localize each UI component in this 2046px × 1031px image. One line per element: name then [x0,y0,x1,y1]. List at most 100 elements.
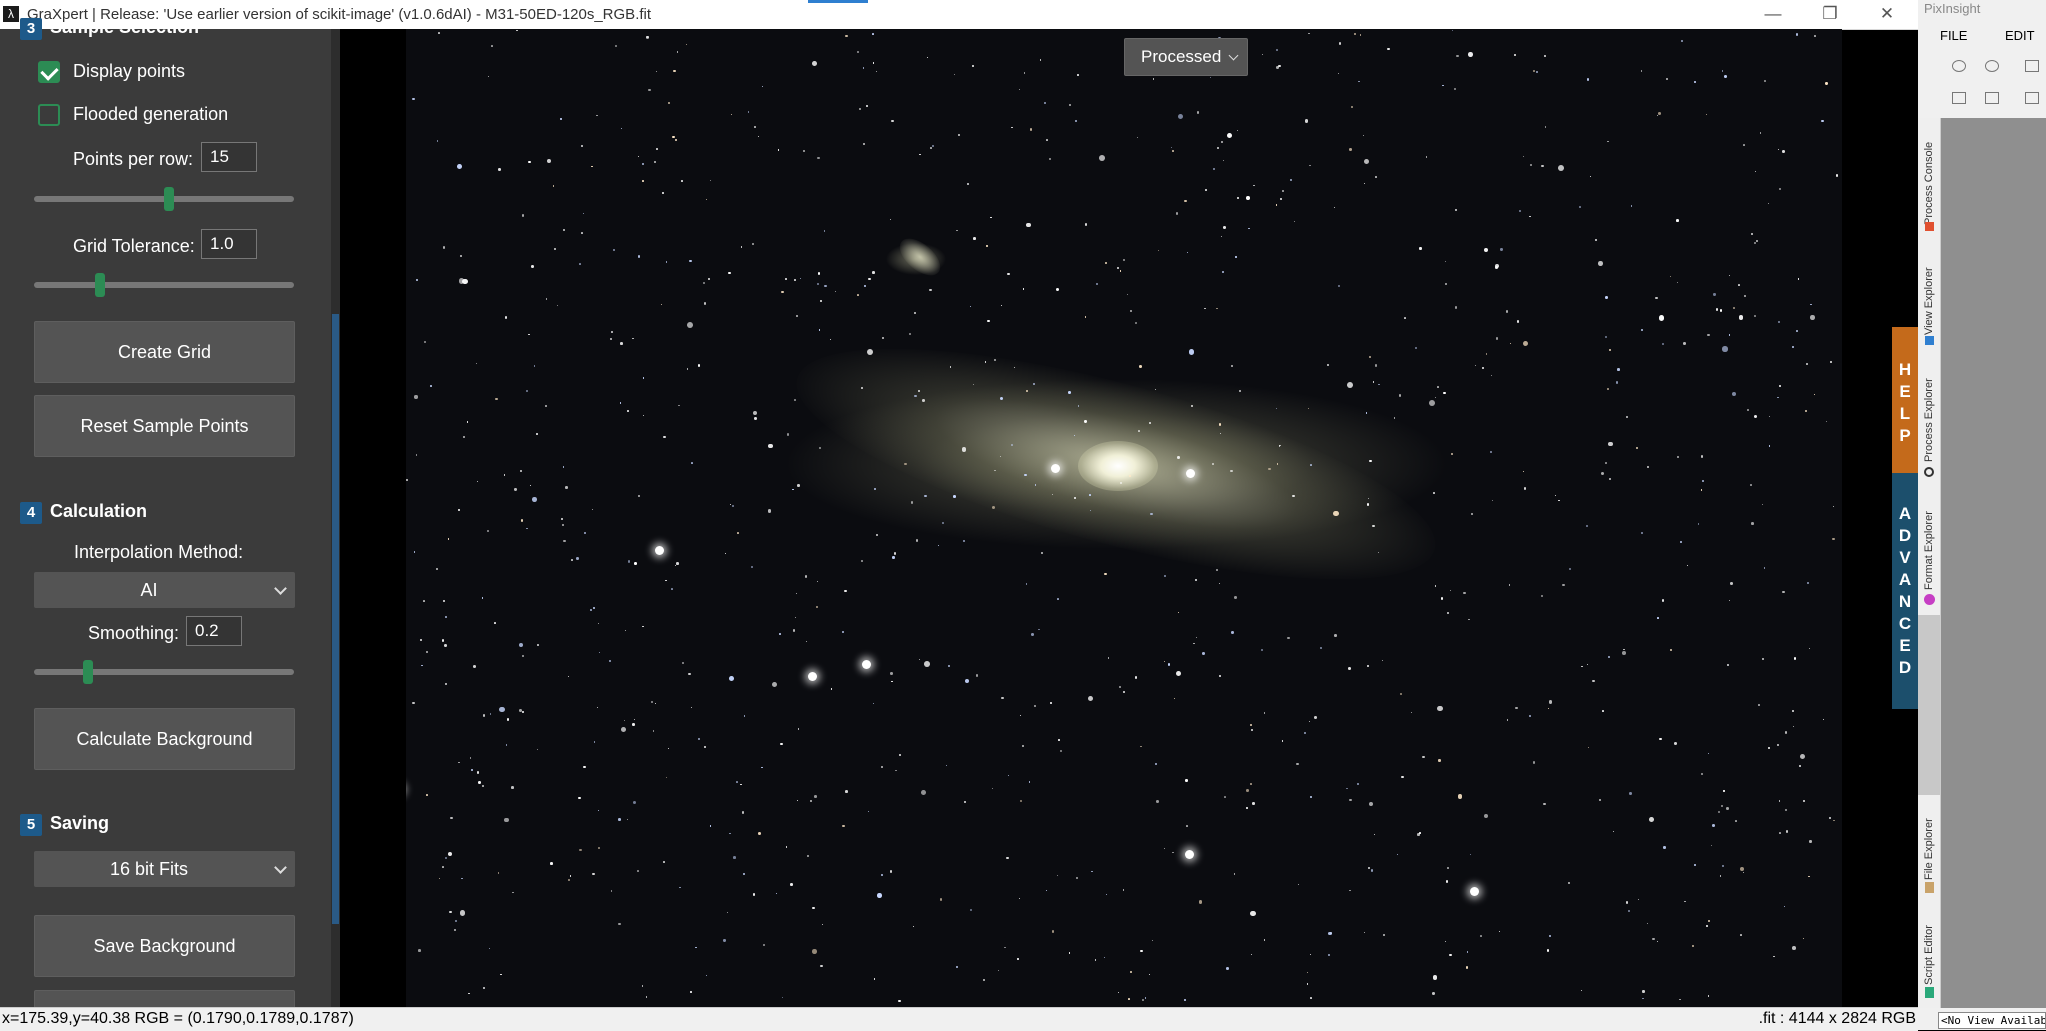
advanced-tab[interactable]: ADVANCED [1892,473,1918,709]
star [1753,241,1756,244]
maximize-button[interactable]: ❐ [1815,2,1845,26]
star [793,399,796,402]
star [1050,702,1052,704]
save-background-button[interactable]: Save Background [34,915,295,977]
monitor-icon[interactable] [1952,92,1966,104]
star [1433,491,1435,494]
star [1604,462,1607,464]
points-per-row-input[interactable]: 15 [201,142,257,172]
star [1785,809,1788,812]
star [591,165,593,167]
star [531,497,537,502]
sidebar[interactable]: 3 Sample Selection Display points Flooded… [0,17,334,1010]
star [1754,170,1757,173]
star [597,622,599,624]
star [1798,764,1801,767]
slider-handle[interactable] [95,273,105,297]
star [1629,792,1632,796]
star [1753,414,1758,419]
star [661,192,665,195]
star [1708,919,1711,923]
slider-handle[interactable] [83,660,93,684]
star [969,908,972,911]
star [638,495,641,498]
display-points-checkbox[interactable] [38,61,60,83]
create-grid-button[interactable]: Create Grid [34,321,295,383]
star [476,480,479,482]
close-button[interactable]: ✕ [1872,2,1902,26]
star [949,366,951,368]
star [1533,70,1536,73]
star [1140,745,1142,748]
reset-sample-points-button[interactable]: Reset Sample Points [34,395,295,457]
star [1134,676,1137,679]
smoothing-input[interactable]: 0.2 [186,616,242,646]
window-icon[interactable] [2025,92,2039,104]
star [1532,761,1536,764]
redo-icon[interactable] [1985,60,1999,72]
astro-image-canvas[interactable] [406,29,1842,1007]
star [1438,759,1441,762]
toolbar-icon[interactable] [2025,60,2039,72]
flooded-generation-checkbox[interactable] [38,104,60,126]
scrollbar-thumb[interactable] [332,314,339,924]
star [1231,631,1234,635]
star [1767,747,1770,750]
star [1782,591,1785,594]
screen-icon[interactable] [1985,92,1999,104]
minimize-button[interactable]: — [1758,2,1788,26]
star [845,790,849,793]
star [1025,582,1028,585]
star [414,395,418,399]
star [620,727,626,733]
star [796,800,798,802]
help-tab[interactable]: HELP [1892,327,1918,473]
star [1007,272,1010,276]
star [1004,946,1006,949]
star [516,29,518,32]
sidebar-scrollbar[interactable] [331,29,340,1007]
star [1126,293,1128,296]
star [1735,820,1737,822]
star [1120,482,1122,484]
star [1554,494,1557,497]
star [956,229,958,231]
smoothing-slider[interactable] [34,660,294,684]
save-format-dropdown[interactable]: 16 bit Fits [34,851,295,887]
points-per-row-slider[interactable] [34,187,294,211]
slider-handle[interactable] [164,187,174,211]
star [1457,794,1463,799]
star [1326,363,1330,367]
star [1296,762,1299,765]
grid-tolerance-input[interactable]: 1.0 [201,229,257,259]
star [1451,29,1454,32]
star [1122,691,1126,694]
star [889,672,893,675]
star [1529,215,1531,218]
star [895,769,897,771]
menu-file[interactable]: FILE [1940,28,1967,43]
star [1707,995,1709,997]
grid-tolerance-slider[interactable] [34,273,294,297]
interpolation-method-dropdown[interactable]: AI [34,572,295,608]
star [511,786,514,790]
star [880,874,883,876]
menu-edit[interactable]: EDIT [2005,28,2035,43]
undo-icon[interactable] [1952,60,1966,72]
calculate-background-button[interactable]: Calculate Background [34,708,295,770]
view-mode-dropdown[interactable]: Processed [1124,38,1248,76]
star [633,801,637,805]
star [1680,40,1684,43]
star [1308,407,1310,409]
dropdown-value: 16 bit Fits [109,859,189,879]
star [506,718,510,721]
star [1568,567,1572,571]
star [1369,802,1373,806]
star [868,278,871,281]
star [1250,910,1256,917]
pixinsight-scrollbar[interactable] [1918,615,1940,795]
star [525,390,528,393]
star [858,108,861,111]
star [1117,991,1120,994]
star [1293,220,1295,222]
